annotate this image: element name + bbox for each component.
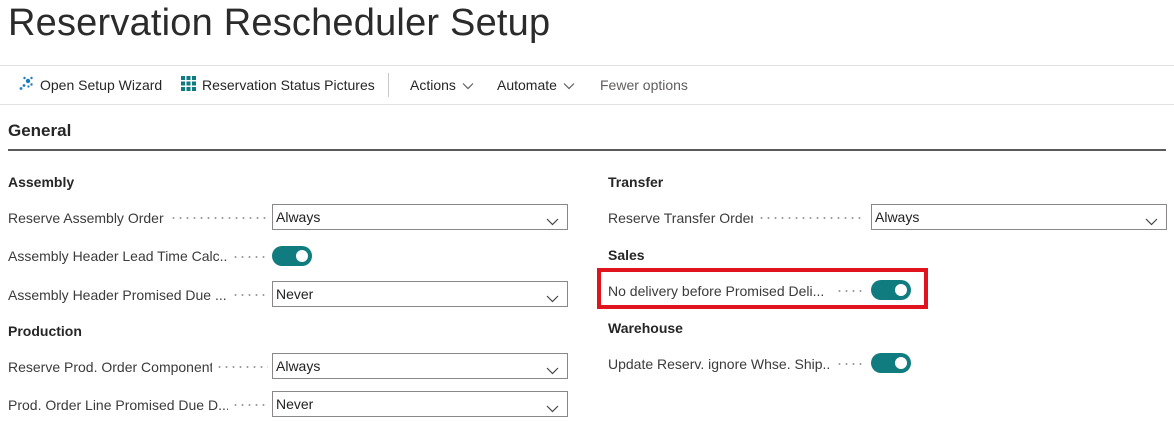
fewer-options-label: Fewer options [600,77,688,93]
chevron-down-icon [546,362,559,378]
leader-dots [836,363,864,365]
grid-icon [181,76,196,94]
reservation-status-pictures-label: Reservation Status Pictures [202,77,375,93]
leader-dots [232,294,268,296]
page-title: Reservation Rescheduler Setup [8,2,551,44]
chevron-down-icon [462,77,474,93]
action-bar: Open Setup Wizard Reservation Status Pic… [0,65,1174,105]
sales-group-heading: Sales [608,247,645,263]
select-value: Never [276,396,314,412]
chevron-down-icon [1145,213,1158,229]
prod-order-line-promised-due-select[interactable]: Never [272,391,568,417]
chevron-down-icon [546,400,559,416]
reservation-status-pictures-button[interactable]: Reservation Status Pictures [181,66,375,104]
actions-menu-label: Actions [410,77,456,93]
reserve-assembly-order-select[interactable]: Always [272,204,568,230]
select-value: Always [276,358,321,374]
open-setup-wizard-button[interactable]: Open Setup Wizard [18,66,162,104]
update-reserv-ignore-whse-label: Update Reserv. ignore Whse. Ship... [608,356,830,372]
production-group-heading: Production [8,323,82,339]
leader-dots [170,217,266,219]
prod-order-line-promised-due-label: Prod. Order Line Promised Due D... [8,397,228,413]
reserve-transfer-order-select[interactable]: Always [871,204,1167,230]
highlight-box [597,268,928,309]
assembly-header-lead-time-toggle[interactable] [272,246,312,266]
select-value: Always [875,209,920,225]
reserve-transfer-order-label: Reserve Transfer Order [608,210,753,226]
reserve-prod-order-component-label: Reserve Prod. Order Component [8,359,212,375]
action-bar-divider [388,73,389,97]
chevron-down-icon [563,77,575,93]
general-section-title[interactable]: General [8,121,71,141]
select-value: Always [276,209,321,225]
warehouse-group-heading: Warehouse [608,320,683,336]
update-reserv-ignore-whse-toggle[interactable] [871,353,911,373]
automate-menu-label: Automate [497,77,557,93]
leader-dots [232,404,268,406]
chevron-down-icon [546,213,559,229]
assembly-header-promised-due-select[interactable]: Never [272,281,568,307]
reserve-prod-order-component-select[interactable]: Always [272,353,568,379]
transfer-group-heading: Transfer [608,174,664,190]
leader-dots [758,217,864,219]
leader-dots [232,256,268,258]
chevron-down-icon [546,290,559,306]
assembly-header-lead-time-label: Assembly Header Lead Time Calc... [8,248,228,264]
open-setup-wizard-label: Open Setup Wizard [40,77,163,93]
fewer-options-button[interactable]: Fewer options [600,66,688,104]
select-value: Never [276,286,314,302]
assembly-group-heading: Assembly [8,174,75,190]
toggle-knob [296,250,308,262]
toggle-knob [895,357,907,369]
actions-menu[interactable]: Actions [410,66,474,104]
section-divider [8,149,1166,151]
sparkle-wizard-icon [18,76,34,95]
reserve-assembly-order-label: Reserve Assembly Order [8,210,164,226]
automate-menu[interactable]: Automate [497,66,575,104]
leader-dots [216,366,268,368]
assembly-header-promised-due-label: Assembly Header Promised Due ... [8,287,227,303]
